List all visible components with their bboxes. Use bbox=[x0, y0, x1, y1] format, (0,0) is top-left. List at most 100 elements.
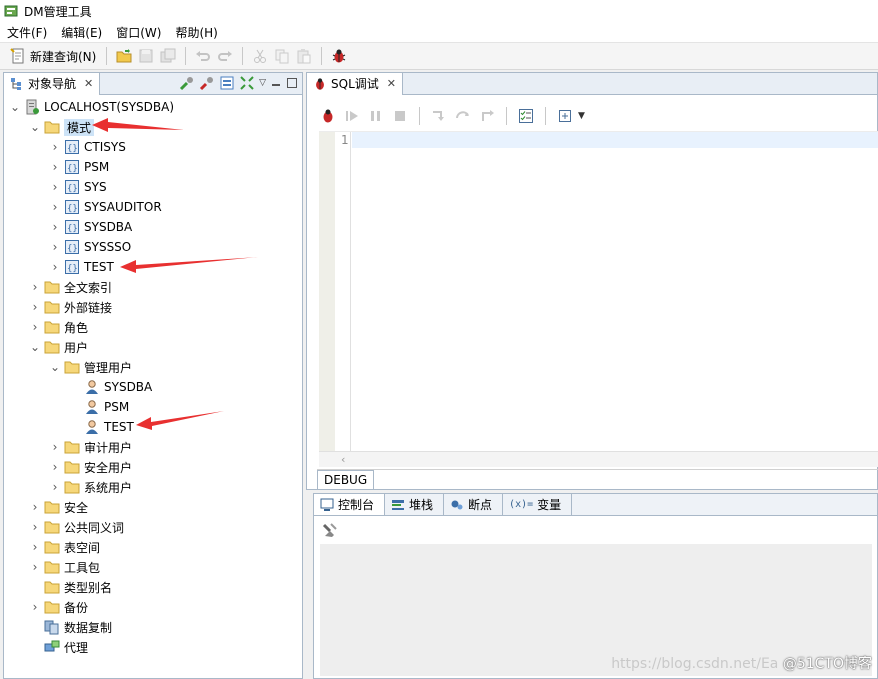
new-query-button[interactable]: 新建查询(N) bbox=[6, 45, 100, 67]
expand-icon[interactable]: › bbox=[48, 457, 62, 477]
expand-icon[interactable]: › bbox=[48, 237, 62, 257]
scroll-left-icon[interactable]: ‹ bbox=[341, 453, 345, 466]
step-return-button[interactable] bbox=[476, 105, 498, 127]
tab-sql-debug[interactable]: SQL调试 ✕ bbox=[307, 72, 403, 95]
tree-node-user[interactable]: PSM bbox=[68, 397, 129, 417]
add-breakpoint-button[interactable] bbox=[554, 105, 576, 127]
expand-all-icon[interactable] bbox=[239, 75, 255, 91]
expand-icon[interactable]: › bbox=[28, 537, 42, 557]
expand-icon[interactable]: › bbox=[48, 257, 62, 277]
tree-node-security[interactable]: › 安全 bbox=[28, 497, 88, 517]
collapse-icon[interactable]: ⌄ bbox=[48, 357, 62, 377]
redo-button[interactable] bbox=[214, 45, 236, 67]
step-over-button[interactable] bbox=[452, 105, 474, 127]
tree-node-user[interactable]: SYSDBA bbox=[68, 377, 152, 397]
expand-icon[interactable]: › bbox=[48, 217, 62, 237]
pause-button[interactable] bbox=[365, 105, 387, 127]
tree-node-audit-users[interactable]: › 审计用户 bbox=[48, 437, 132, 457]
tree-node-schema-item[interactable]: › {} TEST bbox=[48, 257, 114, 277]
tree-node-agent[interactable]: 代理 bbox=[28, 637, 88, 657]
connect-icon[interactable] bbox=[179, 75, 195, 91]
refresh-view-icon[interactable] bbox=[219, 75, 235, 91]
save-all-button[interactable] bbox=[157, 45, 179, 67]
tree-node-type-alias[interactable]: 类型别名 bbox=[28, 577, 112, 597]
expand-icon[interactable]: › bbox=[48, 137, 62, 157]
expand-icon[interactable]: › bbox=[48, 177, 62, 197]
tree-node-replication[interactable]: 数据复制 bbox=[28, 617, 112, 637]
paste-button[interactable] bbox=[293, 45, 315, 67]
clear-console-button[interactable] bbox=[322, 522, 338, 541]
disconnect-icon[interactable] bbox=[199, 75, 215, 91]
tab-stack[interactable]: 堆栈 bbox=[385, 494, 445, 515]
tree-node-users[interactable]: ⌄ 用户 bbox=[28, 337, 88, 357]
resume-button[interactable] bbox=[341, 105, 363, 127]
tree-node-roles[interactable]: › 角色 bbox=[28, 317, 88, 337]
tree-node-schema[interactable]: ⌄ 模式 bbox=[28, 117, 95, 137]
horizontal-scrollbar[interactable]: ‹ bbox=[319, 451, 878, 467]
close-icon[interactable]: ✕ bbox=[387, 77, 396, 90]
tree-node-schema-item[interactable]: › {} PSM bbox=[48, 157, 109, 177]
tab-debug[interactable]: DEBUG bbox=[317, 469, 375, 490]
dropdown-icon[interactable]: ▼ bbox=[578, 111, 585, 121]
tree-node-admin-users[interactable]: ⌄ 管理用户 bbox=[48, 357, 132, 377]
tree-node-public-synonym[interactable]: › 公共同义词 bbox=[28, 517, 124, 537]
maximize-icon[interactable] bbox=[286, 77, 298, 89]
sql-debug-tab-label: SQL调试 bbox=[331, 77, 379, 91]
expand-icon[interactable]: › bbox=[28, 497, 42, 517]
menu-edit[interactable]: 编辑(E) bbox=[54, 24, 109, 41]
tree-node-schema-item[interactable]: › {} SYSDBA bbox=[48, 217, 132, 237]
tree-node-schema-item[interactable]: › {} CTISYS bbox=[48, 137, 126, 157]
tree-node-schema-item[interactable]: › {} SYSAUDITOR bbox=[48, 197, 162, 217]
close-icon[interactable]: ✕ bbox=[84, 77, 93, 90]
collapse-icon[interactable]: ⌄ bbox=[28, 117, 42, 137]
tree-node-user[interactable]: TEST bbox=[68, 417, 134, 437]
collapse-icon[interactable]: ⌄ bbox=[8, 97, 22, 117]
tree-node-external-link[interactable]: › 外部链接 bbox=[28, 297, 112, 317]
expand-icon[interactable]: › bbox=[48, 477, 62, 497]
cut-button[interactable] bbox=[249, 45, 271, 67]
expand-icon[interactable]: › bbox=[48, 437, 62, 457]
stop-button[interactable] bbox=[389, 105, 411, 127]
tab-breakpoints[interactable]: 断点 bbox=[444, 494, 504, 515]
open-folder-button[interactable] bbox=[113, 45, 135, 67]
expand-icon[interactable]: › bbox=[48, 197, 62, 217]
step-into-button[interactable] bbox=[428, 105, 450, 127]
menu-help[interactable]: 帮助(H) bbox=[168, 24, 224, 41]
tab-object-navigator[interactable]: 对象导航 ✕ bbox=[4, 72, 101, 95]
toolbar-divider bbox=[545, 107, 546, 125]
expand-icon[interactable]: › bbox=[28, 297, 42, 317]
save-button[interactable] bbox=[135, 45, 157, 67]
start-debug-button[interactable] bbox=[317, 105, 339, 127]
editor-tabbar: SQL调试 ✕ bbox=[307, 72, 877, 95]
sql-editor[interactable]: 1 bbox=[319, 131, 878, 452]
checklist-button[interactable] bbox=[515, 105, 537, 127]
tree-node-root[interactable]: ⌄ LOCALHOST(SYSDBA) bbox=[8, 97, 174, 117]
expand-icon[interactable]: › bbox=[28, 317, 42, 337]
tree-node-backup[interactable]: › 备份 bbox=[28, 597, 88, 617]
tree-node-toolkit[interactable]: › 工具包 bbox=[28, 557, 100, 577]
tree-label: TEST bbox=[84, 260, 114, 274]
expand-icon[interactable]: › bbox=[28, 597, 42, 617]
expand-icon[interactable]: › bbox=[48, 157, 62, 177]
folder-icon bbox=[64, 441, 80, 454]
tree-node-schema-item[interactable]: › {} SYS bbox=[48, 177, 107, 197]
tab-variables[interactable]: (x)= 变量 bbox=[503, 494, 573, 515]
undo-button[interactable] bbox=[192, 45, 214, 67]
tree-node-fulltext[interactable]: › 全文索引 bbox=[28, 277, 112, 297]
copy-button[interactable] bbox=[271, 45, 293, 67]
menu-file[interactable]: 文件(F) bbox=[0, 24, 54, 41]
tab-label: 断点 bbox=[468, 498, 493, 512]
expand-icon[interactable]: › bbox=[28, 557, 42, 577]
view-menu-icon[interactable]: ▽ bbox=[259, 78, 266, 88]
tab-console[interactable]: 控制台 bbox=[314, 494, 386, 515]
expand-icon[interactable]: › bbox=[28, 277, 42, 297]
menu-window[interactable]: 窗口(W) bbox=[109, 24, 168, 41]
expand-icon[interactable]: › bbox=[28, 517, 42, 537]
tree-node-tablespace[interactable]: › 表空间 bbox=[28, 537, 100, 557]
debug-button[interactable] bbox=[328, 45, 350, 67]
tree-node-security-users[interactable]: › 安全用户 bbox=[48, 457, 132, 477]
minimize-icon[interactable] bbox=[270, 77, 282, 89]
collapse-icon[interactable]: ⌄ bbox=[28, 337, 42, 357]
tree-node-system-users[interactable]: › 系统用户 bbox=[48, 477, 132, 497]
tab-label: 控制台 bbox=[338, 498, 375, 512]
